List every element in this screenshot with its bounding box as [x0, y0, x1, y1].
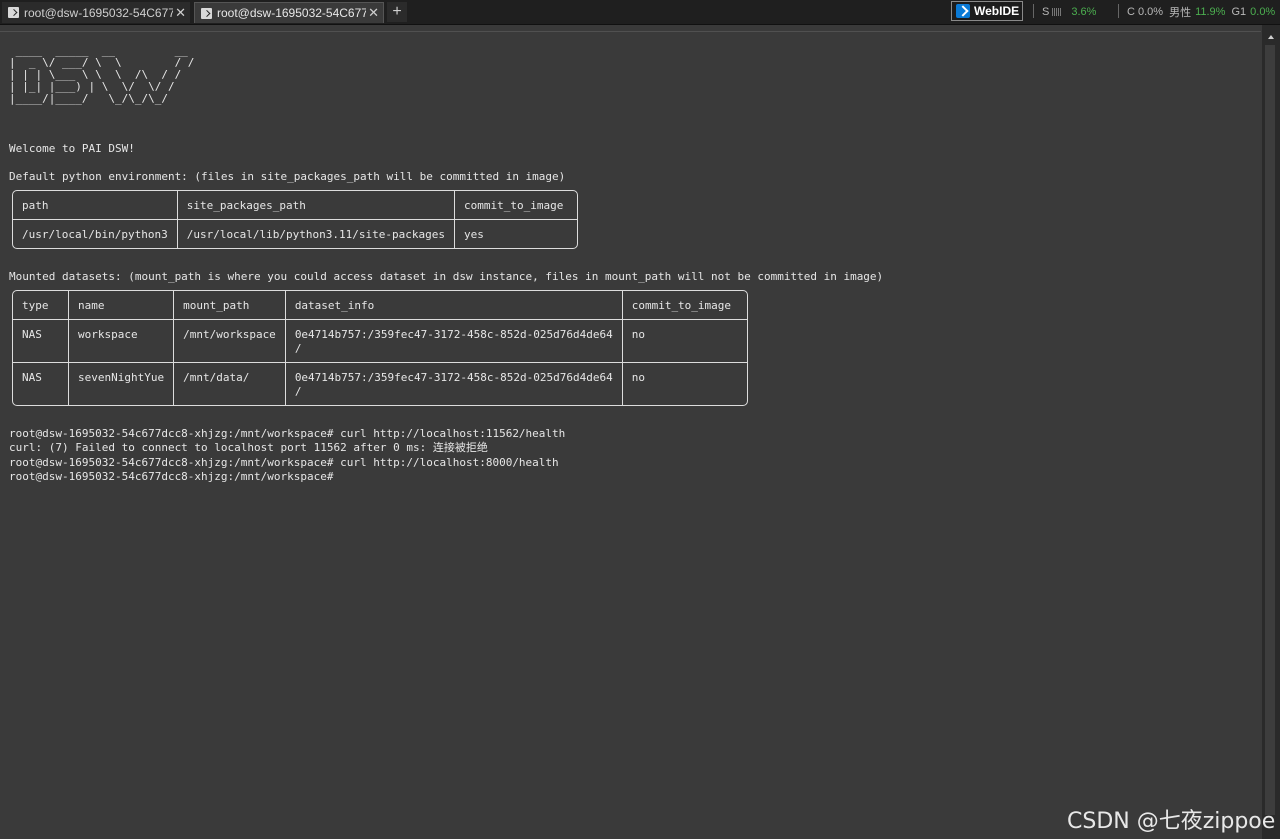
close-icon[interactable]: ✕	[368, 5, 379, 21]
terminal-prompt[interactable]: root@dsw-1695032-54c677dcc8-xhjzg:/mnt/w…	[9, 470, 334, 484]
terminal-icon	[8, 7, 19, 18]
close-icon[interactable]: ✕	[175, 5, 186, 21]
terminal-line: root@dsw-1695032-54c677dcc8-xhjzg:/mnt/w…	[9, 427, 566, 440]
usage-bars-icon	[1052, 8, 1062, 16]
table-cell: 0e4714b757:/359fec47-3172-458c-852d-025d…	[294, 328, 613, 355]
terminal-icon	[201, 7, 212, 19]
g-label: G1	[1231, 6, 1247, 18]
table-header-cell: site_packages_path	[186, 199, 306, 212]
table-cell: /mnt/workspace	[183, 328, 276, 341]
table-cell: /usr/local/bin/python3	[22, 228, 168, 241]
divider	[1033, 4, 1034, 18]
divider	[1118, 4, 1119, 18]
table-cell: workspace	[78, 328, 138, 341]
terminal-tab-1[interactable]: root@dsw-1695032-54C677I ✕	[2, 2, 190, 23]
terminal-line: root@dsw-1695032-54c677dcc8-xhjzg:/mnt/w…	[9, 456, 559, 469]
mem-stat: C 0.0% 男性 11.9% G1 0.0%	[1127, 4, 1275, 20]
table-header-cell: dataset_info	[294, 299, 375, 312]
s-label: S	[1042, 6, 1050, 18]
s-value: 3.6%	[1071, 6, 1097, 18]
new-tab-button[interactable]: +	[387, 2, 407, 22]
python-env-table: path site_packages_path commit_to_image …	[12, 190, 578, 249]
table-cell: sevenNightYue	[78, 371, 165, 384]
terminal-panel[interactable]: ____ _____ __ __ | _ \/ ___/ \ \ / / | |…	[0, 25, 1261, 839]
table-header-row: type name mount_path dataset_info commit…	[13, 291, 747, 320]
table-cell: /mnt/data/	[183, 371, 250, 384]
table-header-cell: commit_to_image	[463, 199, 564, 212]
table-row: NAS workspace /mnt/workspace 0e4714b757:…	[13, 320, 747, 363]
tab-label: root@dsw-1695032-54C677I	[217, 6, 367, 20]
c-label: C 0.0%	[1127, 6, 1164, 18]
g-value: 0.0%	[1250, 6, 1276, 18]
table-cell: yes	[463, 228, 484, 241]
welcome-text: Welcome to PAI DSW!	[9, 142, 135, 155]
table-header-cell: path	[22, 199, 49, 212]
datasets-heading: Mounted datasets: (mount_path is where y…	[9, 270, 884, 283]
datasets-table: type name mount_path dataset_info commit…	[12, 290, 748, 406]
table-cell: /usr/local/lib/python3.11/site-packages	[186, 228, 445, 241]
top-bar: root@dsw-1695032-54C677I ✕ root@dsw-1695…	[0, 0, 1280, 25]
webide-button[interactable]: WebIDE	[951, 1, 1023, 21]
table-cell: no	[631, 328, 645, 341]
cpu-stat: S 3.6%	[1042, 4, 1096, 20]
table-row: NAS sevenNightYue /mnt/data/ 0e4714b757:…	[13, 363, 747, 405]
watermark: CSDN @七夜zippoe	[1067, 809, 1276, 834]
table-header-row: path site_packages_path commit_to_image	[13, 191, 577, 220]
scroll-thumb[interactable]	[1265, 45, 1275, 815]
mem-label: 男性	[1169, 7, 1192, 19]
table-cell: NAS	[22, 371, 42, 384]
table-cell: no	[631, 371, 645, 384]
table-row: /usr/local/bin/python3 /usr/local/lib/py…	[13, 220, 577, 248]
mem-value: 11.9%	[1195, 6, 1226, 18]
table-header-cell: name	[78, 299, 105, 312]
tab-label: root@dsw-1695032-54C677I	[24, 5, 174, 20]
webide-label: WebIDE	[974, 4, 1020, 18]
vscode-icon	[956, 4, 970, 18]
table-header-cell: mount_path	[183, 299, 250, 312]
table-cell: 0e4714b757:/359fec47-3172-458c-852d-025d…	[294, 371, 613, 398]
dsw-ascii-logo: ____ _____ __ __ | _ \/ ___/ \ \ / / | |…	[9, 44, 195, 105]
vertical-scrollbar[interactable]	[1262, 25, 1280, 839]
terminal-line: curl: (7) Failed to connect to localhost…	[9, 441, 488, 454]
table-cell: NAS	[22, 328, 42, 341]
table-header-cell: type	[22, 299, 49, 312]
scroll-up-arrow-icon[interactable]	[1268, 35, 1274, 39]
terminal-tab-2[interactable]: root@dsw-1695032-54C677I ✕	[194, 2, 384, 23]
divider	[0, 31, 1261, 32]
env-heading: Default python environment: (files in si…	[9, 170, 566, 183]
table-header-cell: commit_to_image	[631, 299, 732, 312]
